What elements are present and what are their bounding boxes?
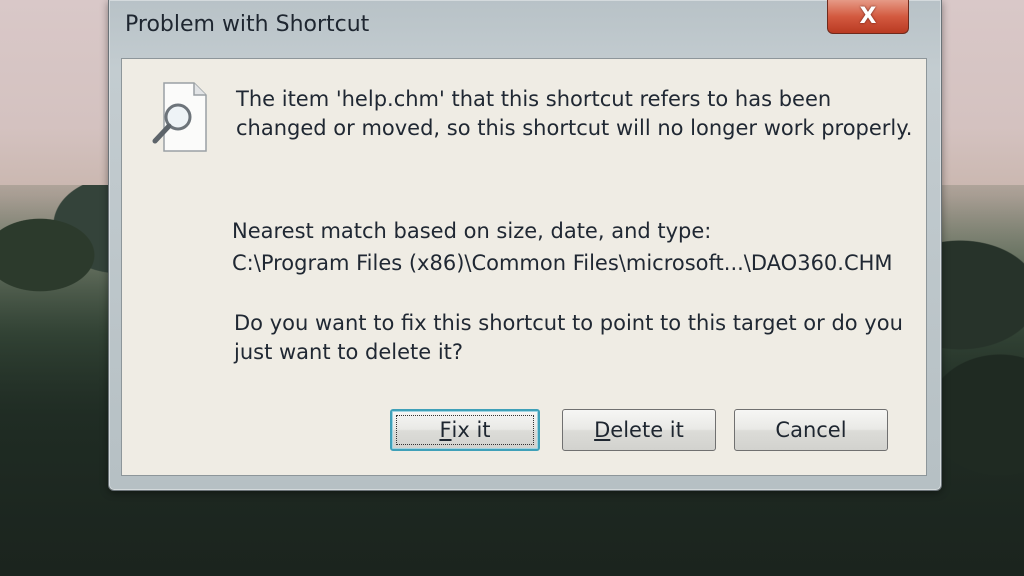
problem-message: The item 'help.chm' that this shortcut r… — [236, 87, 913, 140]
dialog-content: The item 'help.chm' that this shortcut r… — [121, 58, 927, 476]
close-button[interactable]: X — [827, 0, 909, 34]
document-magnifier-icon — [150, 81, 210, 155]
dialog-title: Problem with Shortcut — [125, 12, 370, 37]
delete-it-label: elete it — [610, 418, 684, 442]
cancel-label: Cancel — [775, 418, 847, 442]
close-icon: X — [859, 4, 877, 29]
shortcut-problem-dialog: Problem with Shortcut X The item 'help.c… — [108, 0, 942, 491]
title-bar[interactable]: Problem with Shortcut X — [109, 0, 941, 56]
delete-it-button[interactable]: Delete it — [562, 409, 716, 451]
delete-it-accelerator: D — [594, 418, 611, 442]
cancel-button[interactable]: Cancel — [734, 409, 888, 451]
nearest-match-label: Nearest match based on size, date, and t… — [232, 219, 712, 243]
nearest-match-path: C:\Program Files (x86)\Common Files\micr… — [232, 251, 893, 275]
fix-or-delete-question: Do you want to fix this shortcut to poin… — [234, 311, 903, 364]
focus-ring — [396, 415, 534, 445]
fix-it-button[interactable]: Fix it — [390, 409, 540, 451]
